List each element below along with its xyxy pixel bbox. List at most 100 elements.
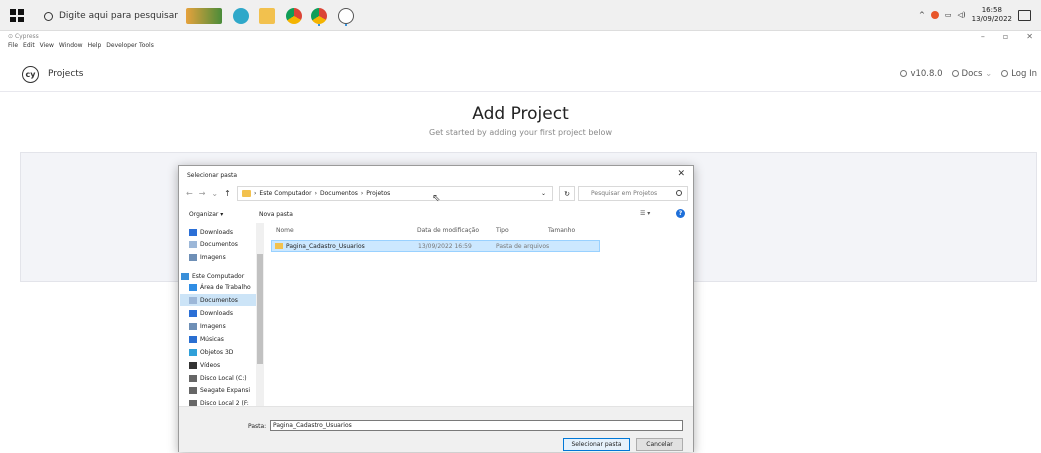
drive-icon bbox=[189, 374, 197, 382]
clock-date: 13/09/2022 bbox=[971, 15, 1012, 23]
nav-item[interactable]: Disco Local (C:) bbox=[189, 372, 263, 384]
breadcrumb-documents[interactable]: Documentos bbox=[320, 190, 358, 197]
nav-item[interactable]: Área de Trabalho bbox=[189, 281, 263, 293]
document-icon bbox=[189, 296, 197, 304]
nav-item[interactable]: Disco Local 2 (F: bbox=[189, 397, 263, 406]
cancel-button[interactable]: Cancelar bbox=[636, 438, 683, 451]
maximize-icon[interactable]: ▫ bbox=[1003, 32, 1008, 41]
recent-dropdown-icon[interactable]: ⌄ bbox=[211, 189, 218, 198]
nav-item[interactable]: Documentos bbox=[189, 238, 263, 250]
nav-item-label: Disco Local (C:) bbox=[200, 374, 247, 382]
search-icon bbox=[676, 190, 682, 196]
column-name[interactable]: Nome bbox=[276, 227, 294, 234]
navigation-pane: Downloads Documentos Imagens Este Computado… bbox=[180, 223, 264, 406]
up-icon[interactable]: ↑ bbox=[224, 189, 231, 198]
nav-item[interactable]: Objetos 3D bbox=[189, 346, 263, 358]
file-name: Pagina_Cadastro_Usuarios bbox=[286, 243, 365, 250]
system-tray: ^ ▭ ◁) 16:58 13/09/2022 bbox=[919, 6, 1031, 24]
drive-icon bbox=[189, 386, 197, 394]
network-icon[interactable]: ▭ bbox=[945, 11, 952, 19]
nav-item-label: Imagens bbox=[200, 322, 226, 330]
store-app-icon[interactable] bbox=[186, 8, 222, 24]
folder-icon bbox=[275, 243, 283, 249]
menu-view[interactable]: View bbox=[40, 42, 54, 49]
notification-icon[interactable] bbox=[1018, 9, 1031, 21]
volume-icon[interactable]: ◁) bbox=[958, 11, 966, 19]
dialog-footer: Pasta: Pagina_Cadastro_Usuarios Selecion… bbox=[179, 406, 693, 452]
window-controls: – ▫ ✕ bbox=[981, 32, 1033, 41]
menu-edit[interactable]: Edit bbox=[23, 42, 35, 49]
forward-icon[interactable]: → bbox=[199, 189, 206, 198]
cypress-taskbar-icon[interactable] bbox=[338, 8, 354, 24]
folder-icon bbox=[242, 190, 251, 197]
menu-bar: File Edit View Window Help Developer Too… bbox=[8, 42, 154, 49]
taskbar-search-placeholder: Digite aqui para pesquisar bbox=[59, 11, 178, 21]
minimize-icon[interactable]: – bbox=[981, 32, 985, 41]
column-size[interactable]: Tamanho bbox=[548, 227, 575, 234]
video-icon bbox=[189, 361, 197, 369]
user-icon bbox=[1001, 70, 1009, 77]
version-label: v10.8.0 bbox=[910, 69, 943, 79]
chevron-down-icon: ⌄ bbox=[985, 69, 993, 79]
close-window-icon[interactable]: ✕ bbox=[1026, 32, 1033, 41]
music-icon bbox=[189, 335, 197, 343]
nav-item-label: Seagate Expansi bbox=[200, 386, 251, 394]
nav-item-label: Imagens bbox=[200, 253, 226, 261]
new-folder-button[interactable]: Nova pasta bbox=[259, 211, 293, 218]
clock-time: 16:58 bbox=[981, 6, 1002, 14]
image-icon bbox=[189, 253, 197, 261]
nav-item[interactable]: Downloads bbox=[189, 307, 263, 319]
address-bar[interactable]: › Este Computador › Documentos › Projeto… bbox=[237, 186, 553, 201]
nav-item[interactable]: Seagate Expansi bbox=[189, 384, 263, 396]
cypress-header: cy Projects v10.8.0 Docs ⌄ Log In bbox=[0, 58, 1041, 92]
nav-item-label: Área de Trabalho bbox=[200, 283, 251, 291]
menu-file[interactable]: File bbox=[8, 42, 18, 49]
nav-item[interactable]: Downloads bbox=[189, 226, 263, 238]
view-options-icon[interactable]: ☰ ▾ bbox=[640, 210, 650, 217]
nav-item[interactable]: Imagens bbox=[189, 251, 263, 263]
column-modified[interactable]: Data de modificação bbox=[417, 227, 479, 234]
folder-search-input[interactable]: Pesquisar em Projetos bbox=[578, 186, 688, 201]
nav-item[interactable]: Imagens bbox=[189, 320, 263, 332]
clock[interactable]: 16:58 13/09/2022 bbox=[972, 6, 1012, 24]
window-title: ⊙ Cypress bbox=[8, 33, 39, 40]
header-nav: v10.8.0 Docs ⌄ Log In bbox=[900, 69, 1037, 79]
back-icon[interactable]: ← bbox=[186, 189, 193, 198]
folder-name-input[interactable]: Pagina_Cadastro_Usuarios bbox=[270, 420, 683, 431]
select-folder-button[interactable]: Selecionar pasta bbox=[563, 438, 630, 451]
nav-scroll-thumb[interactable] bbox=[257, 254, 263, 364]
edge-icon[interactable] bbox=[233, 8, 249, 24]
menu-help[interactable]: Help bbox=[88, 42, 102, 49]
breadcrumb-projects[interactable]: Projetos bbox=[366, 190, 390, 197]
taskbar: Digite aqui para pesquisar ^ ▭ ◁) 16:58 … bbox=[0, 0, 1041, 31]
chrome-icon-2[interactable] bbox=[311, 8, 327, 24]
file-explorer-icon[interactable] bbox=[259, 8, 275, 24]
nav-item[interactable]: Documentos bbox=[180, 294, 256, 306]
docs-label: Docs bbox=[961, 69, 983, 79]
docs-menu[interactable]: Docs ⌄ bbox=[951, 69, 993, 79]
dialog-title: Selecionar pasta bbox=[187, 172, 237, 179]
menu-window[interactable]: Window bbox=[59, 42, 83, 49]
windows-start-icon[interactable] bbox=[10, 9, 24, 22]
column-type[interactable]: Tipo bbox=[496, 227, 509, 234]
breadcrumb-computer[interactable]: Este Computador bbox=[259, 190, 311, 197]
download-icon bbox=[189, 309, 197, 317]
chevron-up-icon[interactable]: ^ bbox=[919, 11, 925, 19]
help-icon[interactable]: ? bbox=[676, 209, 685, 218]
close-icon[interactable]: ✕ bbox=[677, 169, 685, 179]
desktop-icon bbox=[189, 283, 197, 291]
login-button[interactable]: Log In bbox=[1001, 69, 1037, 79]
file-row[interactable]: Pagina_Cadastro_Usuarios 13/09/2022 16:5… bbox=[271, 240, 600, 252]
cypress-logo-icon: cy bbox=[22, 66, 39, 83]
tray-app-icon[interactable] bbox=[930, 11, 939, 19]
nav-item[interactable]: Vídeos bbox=[189, 359, 263, 371]
nav-item[interactable]: Músicas bbox=[189, 333, 263, 345]
chrome-icon[interactable] bbox=[286, 8, 302, 24]
refresh-icon[interactable]: ↻ bbox=[559, 186, 575, 201]
nav-item-label: Downloads bbox=[200, 228, 233, 236]
address-dropdown-icon[interactable]: ⌄ bbox=[541, 190, 546, 197]
organize-button[interactable]: Organizar ▾ bbox=[189, 211, 223, 218]
nav-item-label: Objetos 3D bbox=[200, 348, 234, 356]
menu-developer-tools[interactable]: Developer Tools bbox=[106, 42, 154, 49]
version-link[interactable]: v10.8.0 bbox=[900, 69, 943, 79]
